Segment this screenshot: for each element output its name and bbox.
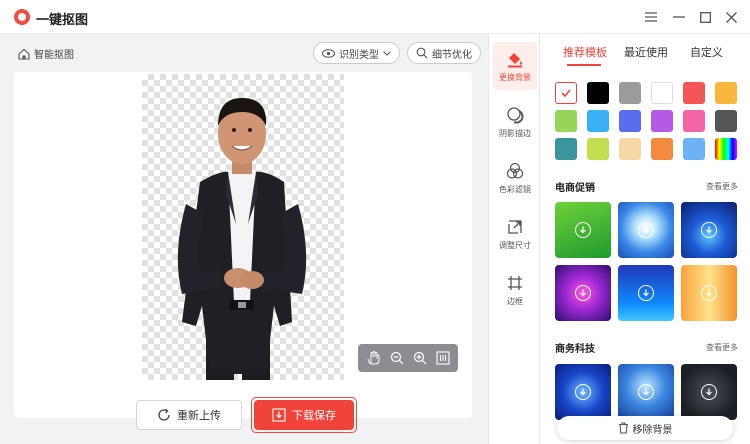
template-thumb[interactable] xyxy=(555,265,611,321)
swatch-sky-blue[interactable] xyxy=(587,110,609,132)
app-title: 一键抠图 xyxy=(36,13,89,28)
swatch-selected[interactable] xyxy=(555,82,577,104)
hand-icon[interactable] xyxy=(366,350,382,366)
save-button[interactable]: 下载保存 xyxy=(254,400,354,430)
tab-recommended[interactable]: 推荐模板 xyxy=(563,44,607,60)
shadow-icon xyxy=(507,106,524,124)
tool-label: 边框 xyxy=(507,296,523,306)
tab-recent[interactable]: 最近使用 xyxy=(624,44,668,60)
chevron-down-icon xyxy=(383,50,391,56)
download-icon xyxy=(638,384,654,400)
refine-label: 细节优化 xyxy=(432,49,472,61)
refine-button[interactable]: 细节优化 xyxy=(407,42,481,64)
tool-label: 色彩滤镜 xyxy=(499,184,531,194)
tool-resize[interactable]: 调整尺寸 xyxy=(493,210,537,258)
detect-type-label: 识别类型 xyxy=(339,49,379,61)
tool-column: 更换背景 阴影描边 色彩滤镜 调整尺寸 边框 xyxy=(488,34,540,444)
image-canvas[interactable] xyxy=(14,72,472,418)
template-thumb[interactable] xyxy=(681,364,737,420)
active-tab-indicator xyxy=(567,64,601,66)
download-icon xyxy=(272,408,286,422)
see-more-ecommerce[interactable]: 查看更多 xyxy=(706,181,738,192)
workspace: 智能抠图 识别类型 细节优化 重新上传 下载保存 xyxy=(0,34,488,444)
maximize-icon[interactable] xyxy=(696,8,714,26)
home-icon xyxy=(18,48,30,60)
refresh-icon xyxy=(158,409,170,421)
resize-icon xyxy=(508,219,522,234)
app-logo-icon xyxy=(14,9,30,25)
title-bar: 一键抠图 xyxy=(0,0,750,34)
template-thumb[interactable] xyxy=(618,265,674,321)
template-thumb[interactable] xyxy=(555,364,611,420)
zoom-in-icon[interactable] xyxy=(412,350,428,366)
trash-icon xyxy=(618,422,628,434)
zoom-toolbar xyxy=(358,344,458,372)
paint-bucket-icon xyxy=(508,52,522,67)
detect-type-dropdown[interactable]: 识别类型 xyxy=(313,42,400,64)
tab-custom[interactable]: 自定义 xyxy=(690,44,723,60)
eye-icon xyxy=(322,48,335,58)
swatch-purple[interactable] xyxy=(651,110,673,132)
download-icon xyxy=(575,222,591,238)
menu-icon[interactable] xyxy=(642,8,660,26)
breadcrumb-label: 智能抠图 xyxy=(34,50,74,61)
swatch-custom-color[interactable] xyxy=(715,138,737,160)
zoom-out-icon[interactable] xyxy=(389,350,405,366)
swatch-lime[interactable] xyxy=(587,138,609,160)
download-icon xyxy=(638,222,654,238)
swatch-black[interactable] xyxy=(587,82,609,104)
template-thumb[interactable] xyxy=(618,364,674,420)
tool-border[interactable]: 边框 xyxy=(493,266,537,314)
swatch-green[interactable] xyxy=(555,110,577,132)
reupload-label: 重新上传 xyxy=(177,409,221,422)
see-more-business-tech[interactable]: 查看更多 xyxy=(706,342,738,353)
swatch-dark-orange[interactable] xyxy=(651,138,673,160)
compare-icon[interactable] xyxy=(435,350,451,366)
tool-label: 更换背景 xyxy=(499,72,531,82)
swatch-teal[interactable] xyxy=(555,138,577,160)
magnifier-icon xyxy=(416,47,428,59)
save-label: 下载保存 xyxy=(292,409,336,422)
download-icon xyxy=(701,384,717,400)
check-icon xyxy=(561,89,571,98)
section-title-ecommerce: 电商促销 xyxy=(555,183,595,194)
swatch-blue[interactable] xyxy=(619,110,641,132)
reupload-button[interactable]: 重新上传 xyxy=(136,400,242,430)
swatch-white[interactable] xyxy=(651,82,673,104)
template-thumb[interactable] xyxy=(618,202,674,258)
tool-shadow-outline[interactable]: 阴影描边 xyxy=(493,98,537,146)
remove-background-button[interactable]: 移除背景 xyxy=(557,416,733,440)
download-icon xyxy=(638,285,654,301)
tool-color-filter[interactable]: 色彩滤镜 xyxy=(493,154,537,202)
download-icon xyxy=(575,285,591,301)
swatch-beige[interactable] xyxy=(619,138,641,160)
swatch-light-blue[interactable] xyxy=(683,138,705,160)
background-panel: 推荐模板 最近使用 自定义 电商促销 查看更多 商务科技 查看更多 移除背景 xyxy=(541,34,750,444)
save-button-focus-ring: 下载保存 xyxy=(251,397,357,433)
tool-label: 调整尺寸 xyxy=(499,240,531,250)
tool-label: 阴影描边 xyxy=(499,128,531,138)
close-icon[interactable] xyxy=(722,8,740,26)
border-icon xyxy=(508,275,522,290)
swatch-red[interactable] xyxy=(683,82,705,104)
transparent-background xyxy=(142,74,344,380)
color-filter-icon xyxy=(506,162,524,179)
section-title-business-tech: 商务科技 xyxy=(555,344,595,355)
person-cutout xyxy=(177,98,307,380)
download-icon xyxy=(701,285,717,301)
download-icon xyxy=(575,384,591,400)
minimize-icon[interactable] xyxy=(670,8,688,26)
swatch-gray[interactable] xyxy=(619,82,641,104)
template-thumb[interactable] xyxy=(555,202,611,258)
breadcrumb[interactable]: 智能抠图 xyxy=(18,46,74,61)
swatch-pink[interactable] xyxy=(683,110,705,132)
template-thumb[interactable] xyxy=(681,202,737,258)
swatch-dark-gray[interactable] xyxy=(715,110,737,132)
template-thumb[interactable] xyxy=(681,265,737,321)
download-icon xyxy=(701,222,717,238)
panel-tabs: 推荐模板 最近使用 自定义 xyxy=(541,34,750,68)
remove-background-label: 移除背景 xyxy=(632,424,673,436)
tool-change-background[interactable]: 更换背景 xyxy=(493,42,537,90)
swatch-orange[interactable] xyxy=(715,82,737,104)
